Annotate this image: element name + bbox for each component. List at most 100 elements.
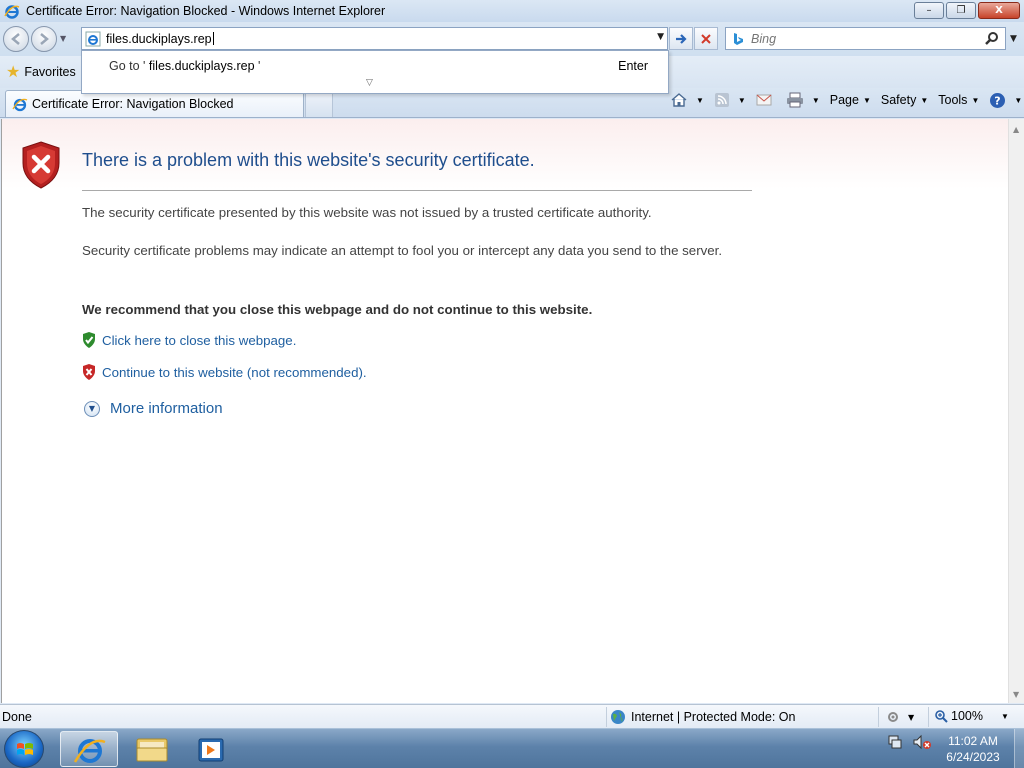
zone-label: Internet | Protected Mode: On	[631, 710, 796, 724]
minimize-icon: –	[926, 5, 932, 16]
expand-suggestions-icon[interactable]: ▽	[366, 78, 373, 88]
system-tray	[886, 733, 932, 751]
security-zone[interactable]: Internet | Protected Mode: On	[610, 709, 795, 725]
page-dropdown-icon: ▼	[862, 95, 871, 105]
text-cursor	[212, 32, 214, 45]
continue-website-link[interactable]: Continue to this website (not recommende…	[102, 365, 367, 380]
scroll-down-icon[interactable]: ▼	[1013, 690, 1019, 699]
back-button[interactable]	[3, 26, 29, 52]
print-button[interactable]: ▼	[786, 92, 820, 108]
forward-arrow-icon	[40, 33, 49, 45]
tools-dropdown-icon: ▼	[971, 95, 980, 105]
maximize-button[interactable]: ❐	[946, 2, 976, 19]
safety-menu-label: Safety	[880, 93, 917, 107]
favorites-button[interactable]: ★ Favorites	[6, 62, 76, 82]
help-button[interactable]: ? ▼	[989, 92, 1022, 109]
go-button[interactable]	[669, 27, 693, 50]
zoom-control[interactable]: 100% ▼	[934, 709, 1009, 723]
start-button[interactable]	[4, 730, 44, 768]
back-arrow-icon	[11, 33, 20, 45]
recommendation-text: We recommend that you close this webpage…	[82, 302, 593, 317]
goto-query: files.duckiplays.rep	[148, 59, 255, 73]
title-bar: Certificate Error: Navigation Blocked - …	[0, 0, 1024, 22]
address-dropdown-icon[interactable]: ▼	[657, 32, 664, 42]
network-icon[interactable]	[886, 733, 906, 751]
taskbar-media-player[interactable]	[182, 731, 240, 767]
home-dropdown-icon[interactable]: ▼	[696, 96, 704, 105]
favorites-star-icon: ★	[6, 64, 21, 81]
help-icon: ?	[990, 92, 1006, 108]
feeds-dropdown-icon[interactable]: ▼	[738, 96, 746, 105]
read-mail-button[interactable]	[756, 93, 776, 107]
red-shield-x-icon	[83, 364, 95, 380]
address-input[interactable]: files.duckiplays.rep	[106, 32, 212, 46]
svg-text:?: ?	[995, 94, 1001, 107]
home-button[interactable]: ▼	[670, 92, 704, 108]
tab-certificate-error[interactable]: Certificate Error: Navigation Blocked	[5, 90, 304, 117]
recent-pages-dropdown-icon[interactable]: ▼	[60, 34, 66, 43]
window-title: Certificate Error: Navigation Blocked - …	[26, 4, 386, 18]
rss-feed-icon	[714, 93, 729, 107]
safety-menu[interactable]: Safety ▼	[881, 93, 928, 107]
tools-menu[interactable]: Tools ▼	[938, 93, 979, 107]
taskbar-internet-explorer[interactable]	[60, 731, 118, 767]
ie-taskbar-icon	[73, 739, 106, 763]
search-input[interactable]	[751, 31, 971, 46]
goto-prefix: Go to '	[109, 59, 146, 73]
close-webpage-link[interactable]: Click here to close this webpage.	[102, 333, 296, 348]
popup-blocker-button[interactable]: ▼	[886, 710, 914, 724]
windows-logo-icon	[17, 743, 33, 755]
taskbar: 11:02 AM 6/24/2023	[0, 728, 1024, 768]
search-options-dropdown-icon[interactable]: ▼	[1010, 34, 1017, 44]
stop-button[interactable]	[694, 27, 718, 50]
scroll-up-icon[interactable]: ▲	[1013, 125, 1019, 134]
continue-website-row: Continue to this website (not recommende…	[82, 364, 367, 380]
page-favicon-icon	[85, 31, 101, 46]
search-box[interactable]	[725, 27, 1006, 50]
print-dropdown-icon[interactable]: ▼	[812, 96, 820, 105]
ie-logo-icon	[4, 5, 20, 19]
new-tab-button[interactable]	[305, 91, 333, 117]
show-desktop-button[interactable]	[1014, 729, 1024, 768]
zoom-magnifier-icon	[935, 710, 948, 723]
taskbar-windows-explorer[interactable]	[122, 731, 180, 767]
media-player-icon	[198, 738, 224, 762]
search-icon[interactable]	[984, 31, 999, 46]
close-window-button[interactable]: X	[978, 2, 1020, 19]
address-bar[interactable]: files.duckiplays.rep ▼	[81, 27, 668, 50]
tools-menu-label: Tools	[938, 93, 968, 107]
more-information-link[interactable]: More information	[110, 400, 223, 417]
safety-dropdown-icon: ▼	[920, 95, 929, 105]
system-clock[interactable]: 11:02 AM 6/24/2023	[940, 733, 1006, 765]
untrusted-authority-text: The security certificate presented by th…	[82, 205, 652, 220]
close-icon: X	[995, 5, 1003, 16]
autocomplete-goto-item[interactable]: Go to ' files.duckiplays.rep '	[109, 59, 260, 73]
forward-button[interactable]	[31, 26, 57, 52]
clock-date: 6/24/2023	[946, 750, 1000, 764]
bing-logo-icon	[734, 32, 743, 45]
printer-icon	[786, 92, 803, 108]
tab-label: Certificate Error: Navigation Blocked	[32, 97, 234, 111]
vertical-scrollbar[interactable]: ▲ ▼	[1008, 119, 1024, 703]
page-menu-label: Page	[829, 93, 859, 107]
green-shield-check-icon	[83, 332, 95, 348]
more-information-toggle[interactable]: ▼ More information	[84, 400, 223, 417]
enter-hint: Enter	[618, 59, 648, 73]
status-bar: Done Internet | Protected Mode: On ▼ 100…	[0, 704, 1024, 728]
expand-chevron-icon: ▼	[84, 400, 100, 417]
go-arrow-icon	[676, 33, 687, 44]
feeds-button[interactable]: ▼	[714, 92, 746, 108]
status-separator	[606, 707, 607, 727]
status-text: Done	[2, 710, 32, 724]
help-dropdown-icon: ▼	[1014, 95, 1023, 105]
mail-icon	[756, 94, 772, 106]
address-autocomplete-dropdown: Go to ' files.duckiplays.rep ' Enter ▽	[81, 50, 669, 94]
minimize-button[interactable]: –	[914, 2, 944, 19]
close-webpage-row: Click here to close this webpage.	[82, 332, 296, 348]
favorites-label: Favorites	[24, 65, 76, 79]
page-menu[interactable]: Page ▼	[830, 93, 871, 107]
maximize-icon: ❐	[956, 5, 966, 16]
volume-muted-icon[interactable]	[912, 733, 932, 751]
status-separator	[928, 707, 929, 727]
page-title: There is a problem with this website's s…	[82, 150, 535, 170]
